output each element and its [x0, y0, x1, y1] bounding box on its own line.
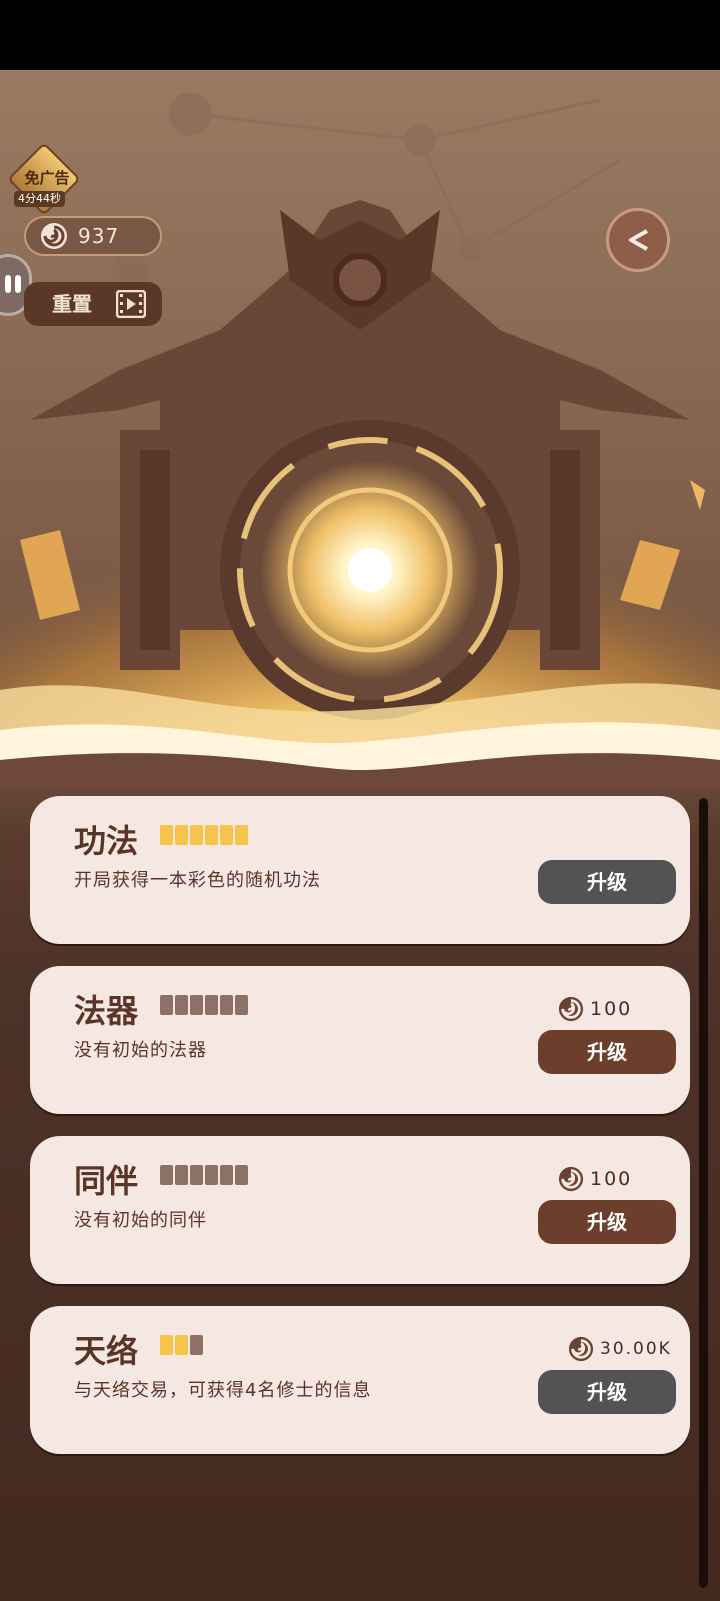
- cost-display: 100: [558, 1166, 662, 1192]
- upgrade-card-faqi: 法器 没有初始的法器 100 升级: [30, 966, 690, 1114]
- status-bar: [0, 0, 720, 70]
- upgrade-button[interactable]: 升级: [538, 1370, 676, 1414]
- upgrade-card-gongfa: 功法 开局获得一本彩色的随机功法 升级: [30, 796, 690, 944]
- card-description: 开局获得一本彩色的随机功法: [74, 870, 321, 891]
- cost-display: 100: [558, 996, 662, 1022]
- game-screen: 免广告 4分44秒 937 重置 天道 天赋 传承 功法: [0, 70, 720, 1601]
- level-pips: [160, 1165, 250, 1187]
- cost-display: 30.00K: [568, 1336, 678, 1362]
- hero-artwork: [0, 92, 720, 790]
- reset-label: 重置: [52, 292, 92, 316]
- video-icon: [116, 290, 146, 318]
- ad-free-label: 免广告: [24, 169, 70, 187]
- reset-button[interactable]: 重置: [24, 282, 162, 326]
- currency-amount: 937: [78, 224, 120, 248]
- back-button[interactable]: [606, 208, 670, 272]
- card-description: 没有初始的法器: [74, 1040, 207, 1061]
- cost-amount: 30.00K: [600, 1339, 672, 1359]
- card-title: 法器: [74, 992, 139, 1030]
- swirl-coin-icon: [568, 1336, 594, 1362]
- level-pips: [160, 825, 250, 847]
- card-title: 功法: [74, 822, 139, 860]
- cost-amount: 100: [590, 998, 633, 1020]
- cost-amount: 100: [590, 1168, 633, 1190]
- currency-display: 937: [24, 216, 162, 256]
- card-title: 天络: [74, 1332, 139, 1370]
- upgrade-card-tianluo: 天络 与天络交易，可获得4名修士的信息 30.00K 升级: [30, 1306, 690, 1454]
- scrollbar[interactable]: [699, 798, 708, 1588]
- ad-free-badge[interactable]: 免广告 4分44秒: [6, 142, 81, 216]
- swirl-coin-icon: [41, 223, 67, 249]
- swirl-coin-icon: [558, 1166, 584, 1192]
- card-title: 同伴: [74, 1162, 139, 1200]
- level-pips: [160, 995, 250, 1017]
- card-description: 没有初始的同伴: [74, 1210, 207, 1231]
- upgrade-button[interactable]: 升级: [538, 1200, 676, 1244]
- swirl-coin-icon: [558, 996, 584, 1022]
- upgrade-card-tongban: 同伴 没有初始的同伴 100 升级: [30, 1136, 690, 1284]
- ad-free-timer: 4分44秒: [14, 191, 65, 207]
- back-chevron-icon: [628, 229, 648, 251]
- card-description: 与天络交易，可获得4名修士的信息: [74, 1380, 372, 1401]
- upgrade-button[interactable]: 升级: [538, 1030, 676, 1074]
- upgrade-button[interactable]: 升级: [538, 860, 676, 904]
- level-pips: [160, 1335, 205, 1357]
